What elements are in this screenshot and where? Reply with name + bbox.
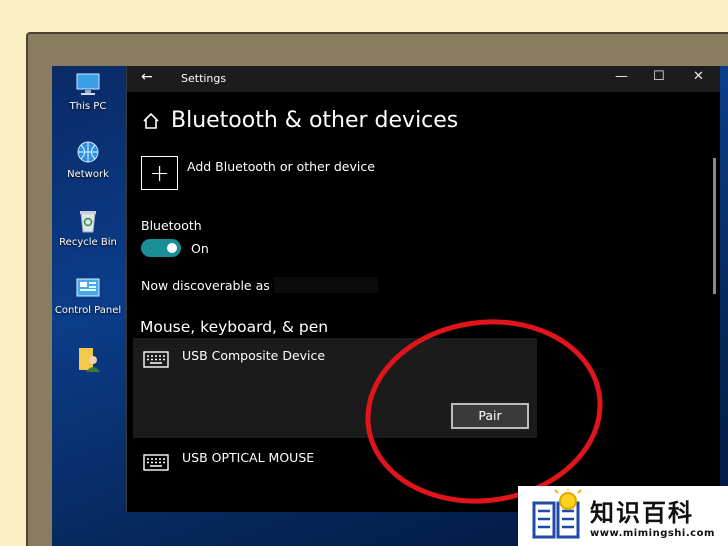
- minimize-icon[interactable]: —: [615, 69, 628, 84]
- redacted-device-name: [273, 277, 378, 293]
- network-icon: [77, 141, 99, 163]
- desktop-icon-recycle-bin[interactable]: Recycle Bin: [52, 208, 124, 248]
- plus-icon: +: [141, 156, 178, 190]
- desktop-icon-control-panel[interactable]: Control Panel: [52, 276, 124, 316]
- user-folder-icon: [79, 348, 100, 372]
- section-title: Mouse, keyboard, & pen: [140, 318, 329, 336]
- discoverable-text: Now discoverable as: [141, 277, 270, 293]
- keyboard-icon: [143, 454, 169, 471]
- desktop-icon-label: This PC: [69, 101, 107, 112]
- desktop-icon-label: Network: [67, 169, 109, 180]
- desktop-icon-this-pc[interactable]: This PC: [52, 72, 124, 112]
- bluetooth-toggle[interactable]: [141, 239, 181, 257]
- add-device-button[interactable]: + Add Bluetooth or other device: [141, 156, 375, 190]
- computer-icon: [76, 73, 100, 95]
- page-header: Bluetooth & other devices: [141, 108, 458, 133]
- watermark-title: 知识百科: [590, 499, 694, 527]
- toggle-knob: [167, 243, 177, 253]
- keyboard-icon: [143, 351, 169, 368]
- device-name: USB Composite Device: [182, 348, 326, 363]
- desktop-icon-user-folder[interactable]: [52, 344, 124, 377]
- desktop-icon-label: Control Panel: [54, 305, 122, 316]
- home-icon[interactable]: [141, 111, 161, 131]
- recycle-bin-icon: [80, 211, 96, 233]
- device-name: USB OPTICAL MOUSE: [182, 450, 315, 465]
- back-arrow-icon[interactable]: ←: [141, 69, 153, 85]
- book-lightbulb-icon: [532, 489, 582, 539]
- discoverable-row: Now discoverable as: [141, 277, 378, 293]
- control-panel-icon: [76, 278, 100, 297]
- scrollbar[interactable]: [713, 158, 716, 294]
- window-title: Settings: [181, 72, 227, 85]
- bluetooth-toggle-row: On: [141, 239, 209, 257]
- add-device-label: Add Bluetooth or other device: [187, 159, 375, 174]
- page-title: Bluetooth & other devices: [171, 108, 459, 133]
- maximize-icon[interactable]: ☐: [653, 69, 665, 84]
- desktop-icon-label: Recycle Bin: [59, 237, 117, 248]
- desktop-icon-network[interactable]: Network: [52, 140, 124, 180]
- bluetooth-label: Bluetooth: [141, 218, 202, 233]
- watermark-logo: 知识百科 www.mimingshi.com: [518, 486, 728, 546]
- close-icon[interactable]: ✕: [693, 69, 704, 84]
- title-bar: ← Settings — ☐ ✕: [127, 66, 720, 92]
- watermark-url: www.mimingshi.com: [590, 528, 715, 539]
- bluetooth-state: On: [191, 240, 209, 256]
